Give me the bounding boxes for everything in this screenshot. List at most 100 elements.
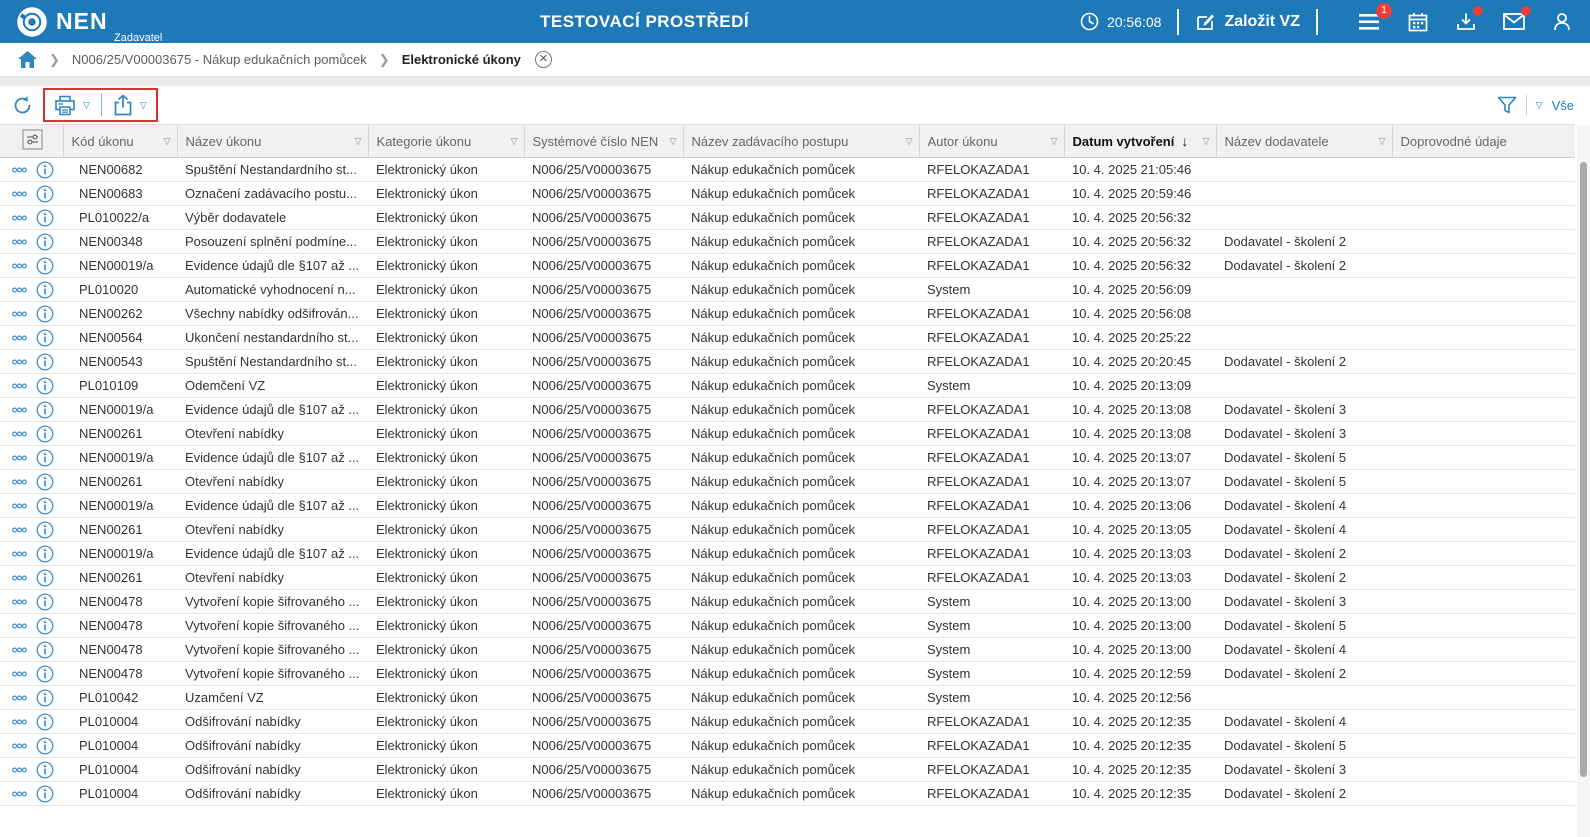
row-info-icon[interactable] (36, 521, 54, 539)
export-dropdown-arrow[interactable]: ▽ (140, 100, 147, 111)
row-info-icon[interactable] (36, 353, 54, 371)
row-info-icon[interactable] (36, 473, 54, 491)
row-menu-button[interactable] (12, 335, 27, 341)
row-info-icon[interactable] (36, 497, 54, 515)
column-header-9[interactable]: Doprovodné údaje (1392, 124, 1575, 158)
row-menu-button[interactable] (12, 623, 27, 629)
row-menu-button[interactable] (12, 215, 27, 221)
row-info-icon[interactable] (36, 593, 54, 611)
row-info-icon[interactable] (36, 737, 54, 755)
row-menu-button[interactable] (12, 239, 27, 245)
row-info-icon[interactable] (36, 617, 54, 635)
row-menu-button[interactable] (12, 647, 27, 653)
nen-logo[interactable]: NEN Zadavatel (16, 6, 162, 44)
calendar-button[interactable] (1406, 10, 1430, 34)
row-menu-button[interactable] (12, 695, 27, 701)
row-menu-button[interactable] (12, 167, 27, 173)
filter-all-dropdown-arrow[interactable]: ▽ (1536, 100, 1543, 111)
home-icon[interactable] (18, 51, 37, 68)
close-tab-icon[interactable]: ✕ (534, 51, 552, 68)
row-menu-button[interactable] (12, 575, 27, 581)
row-info-icon[interactable] (36, 377, 54, 395)
row-info-icon[interactable] (36, 329, 54, 347)
column-settings-button[interactable] (0, 124, 64, 158)
row-menu-button[interactable] (12, 671, 27, 677)
column-header-5[interactable]: Název zadávacího postupu ▽ (683, 124, 920, 158)
row-info-icon[interactable] (36, 545, 54, 563)
row-info-icon[interactable] (36, 209, 54, 227)
row-menu-button[interactable] (12, 743, 27, 749)
create-vz-button[interactable]: Založit VZ (1195, 12, 1300, 32)
row-menu-button[interactable] (12, 503, 27, 509)
row-menu-button[interactable] (12, 407, 27, 413)
refresh-button[interactable] (12, 95, 33, 116)
row-info-icon[interactable] (36, 305, 54, 323)
row-info-icon[interactable] (36, 569, 54, 587)
export-button[interactable] (113, 94, 133, 116)
cell-procedure: Nákup edukačních pomůcek (683, 325, 919, 350)
column-filter-icon[interactable]: ▽ (160, 136, 171, 147)
column-filter-icon[interactable]: ▽ (351, 136, 362, 147)
row-info-icon[interactable] (36, 785, 54, 803)
column-header-6[interactable]: Autor úkonu ▽ (919, 124, 1065, 158)
column-header-8[interactable]: Název dodavatele ▽ (1216, 124, 1393, 158)
column-filter-icon[interactable]: ▽ (507, 136, 518, 147)
row-info-icon[interactable] (36, 449, 54, 467)
cell-procedure: Nákup edukačních pomůcek (683, 493, 919, 518)
table-row: NEN00683 Označení zadávacího postu... Elek… (0, 181, 1575, 206)
row-info-icon[interactable] (36, 713, 54, 731)
column-filter-icon[interactable]: ▽ (1375, 136, 1386, 147)
row-menu-button[interactable] (12, 551, 27, 557)
annotation-highlight-box: ▽ ▽ (43, 88, 158, 122)
row-info-icon[interactable] (36, 185, 54, 203)
column-filter-icon[interactable]: ▽ (902, 136, 913, 147)
row-info-icon[interactable] (36, 665, 54, 683)
row-info-icon[interactable] (36, 233, 54, 251)
row-info-icon[interactable] (36, 425, 54, 443)
cell-procedure: Nákup edukačních pomůcek (683, 397, 919, 422)
row-info-icon[interactable] (36, 689, 54, 707)
row-info-icon[interactable] (36, 161, 54, 179)
menu-button[interactable]: 1 (1358, 2, 1392, 34)
cell-procedure: Nákup edukačních pomůcek (683, 733, 919, 758)
column-filter-icon[interactable]: ▽ (666, 136, 677, 147)
filter-icon[interactable] (1497, 96, 1517, 115)
cell-supplier (1216, 685, 1392, 710)
column-header-4[interactable]: Systémové číslo NEN ▽ (524, 124, 684, 158)
vertical-scrollbar-track[interactable] (1577, 125, 1590, 837)
column-header-1[interactable]: Kód úkonu ▽ (63, 124, 178, 158)
print-button[interactable] (54, 95, 76, 116)
row-menu-button[interactable] (12, 311, 27, 317)
row-menu-button[interactable] (12, 359, 27, 365)
row-menu-button[interactable] (12, 791, 27, 797)
row-menu-button[interactable] (12, 431, 27, 437)
row-menu-button[interactable] (12, 719, 27, 725)
row-menu-button[interactable] (12, 287, 27, 293)
column-header-7[interactable]: Datum vytvoření ↓ ▽ (1064, 124, 1217, 158)
column-header-2[interactable]: Název úkonu ▽ (177, 124, 369, 158)
row-info-icon[interactable] (36, 761, 54, 779)
row-info-icon[interactable] (36, 401, 54, 419)
row-menu-button[interactable] (12, 191, 27, 197)
user-profile-button[interactable] (1550, 10, 1574, 34)
table-row: NEN00261 Otevření nabídky Elektronický úko… (0, 517, 1575, 542)
row-menu-button[interactable] (12, 599, 27, 605)
column-header-3[interactable]: Kategorie úkonu ▽ (368, 124, 525, 158)
print-dropdown-arrow[interactable]: ▽ (83, 100, 90, 111)
row-info-icon[interactable] (36, 641, 54, 659)
downloads-button[interactable] (1454, 5, 1483, 34)
column-filter-icon[interactable]: ▽ (1199, 136, 1210, 147)
messages-button[interactable] (1502, 5, 1531, 34)
row-menu-button[interactable] (12, 455, 27, 461)
row-menu-button[interactable] (12, 479, 27, 485)
filter-all-label[interactable]: Vše (1552, 98, 1574, 113)
row-menu-button[interactable] (12, 383, 27, 389)
row-info-icon[interactable] (36, 257, 54, 275)
vertical-scrollbar-thumb[interactable] (1580, 162, 1587, 777)
row-menu-button[interactable] (12, 527, 27, 533)
row-menu-button[interactable] (12, 263, 27, 269)
breadcrumb-procurement-link[interactable]: N006/25/V00003675 - Nákup edukačních pom… (72, 52, 367, 67)
column-filter-icon[interactable]: ▽ (1047, 136, 1058, 147)
row-info-icon[interactable] (36, 281, 54, 299)
row-menu-button[interactable] (12, 767, 27, 773)
